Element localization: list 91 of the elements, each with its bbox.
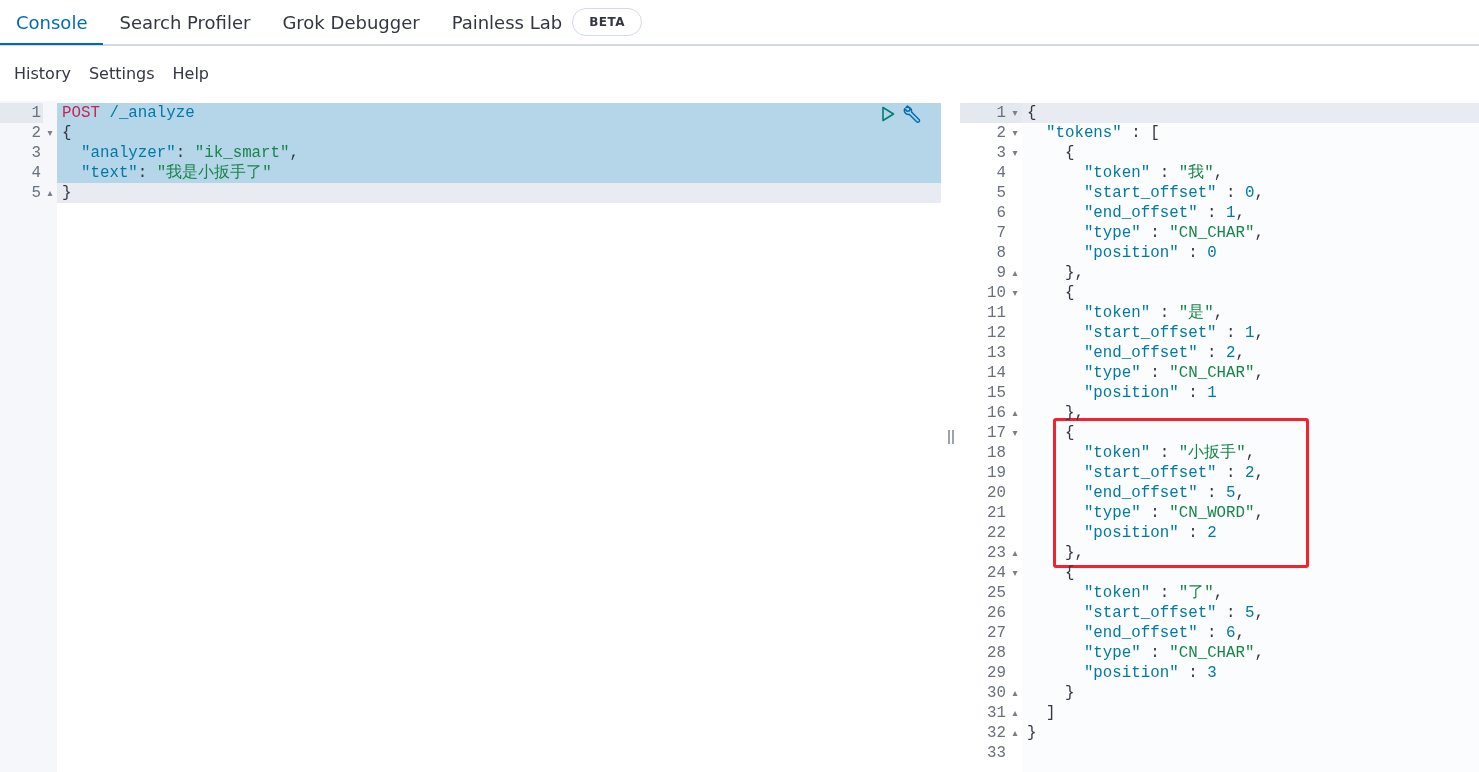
code-line: "token" : "是", — [1082, 303, 1225, 323]
code-line: "tokens" : [ — [1044, 123, 1161, 143]
code-line: "start_offset" : 0, — [1082, 183, 1265, 203]
line-number: 12 — [986, 323, 1007, 343]
line-number: 31 — [986, 703, 1007, 723]
line-number: 21 — [986, 503, 1007, 523]
code-line: "position" : 0 — [1082, 243, 1218, 263]
line-number: 30 — [986, 683, 1007, 703]
menu-link[interactable]: History — [6, 64, 79, 83]
line-number: 27 — [986, 623, 1007, 643]
code-line: "position" : 3 — [1082, 663, 1218, 683]
code-line: "type" : "CN_CHAR", — [1082, 223, 1266, 243]
line-number: 32 — [986, 723, 1007, 743]
line-number: 6 — [995, 203, 1007, 223]
line-number: 2 — [30, 123, 42, 143]
wrench-icon[interactable] — [903, 104, 923, 124]
fold-toggle[interactable]: ▾ — [1012, 563, 1018, 583]
code-line: ] — [1044, 703, 1057, 723]
menu-link[interactable]: Settings — [80, 64, 163, 83]
code-line: "end_offset" : 1, — [1082, 203, 1247, 223]
code-line: }, — [1063, 403, 1085, 423]
line-number: 20 — [986, 483, 1007, 503]
resize-handle-icon[interactable] — [947, 429, 954, 444]
code-line: "end_offset" : 5, — [1082, 483, 1247, 503]
line-number: 26 — [986, 603, 1007, 623]
line-number: 29 — [986, 663, 1007, 683]
line-number: 22 — [986, 523, 1007, 543]
tab[interactable]: Console — [0, 1, 104, 45]
code-line: }, — [1063, 543, 1085, 563]
line-number: 28 — [986, 643, 1007, 663]
code-line: "type" : "CN_WORD", — [1082, 503, 1266, 523]
line-number: 4 — [30, 163, 42, 183]
code-line: "end_offset" : 2, — [1082, 343, 1247, 363]
code-line: { — [1063, 563, 1076, 583]
line-number: 16 — [986, 403, 1007, 423]
fold-toggle[interactable]: ▴ — [1012, 683, 1018, 703]
code-line: "start_offset" : 5, — [1082, 603, 1265, 623]
code-line: "position" : 1 — [1082, 383, 1218, 403]
code-line: } — [1063, 683, 1076, 703]
code-line: "end_offset" : 6, — [1082, 623, 1247, 643]
code-line: { — [1063, 143, 1076, 163]
line-number: 25 — [986, 583, 1007, 603]
fold-toggle[interactable]: ▴ — [1012, 403, 1018, 423]
code-line: "token" : "我", — [1082, 163, 1225, 183]
line-number: 19 — [986, 463, 1007, 483]
line-number: 11 — [986, 303, 1007, 323]
fold-toggle[interactable]: ▾ — [1012, 423, 1018, 443]
fold-toggle[interactable]: ▴ — [1012, 543, 1018, 563]
menu-link[interactable]: Help — [164, 64, 218, 83]
line-number: 9 — [995, 263, 1007, 283]
code-line: "type" : "CN_CHAR", — [1082, 363, 1266, 383]
code-line: "position" : 2 — [1082, 523, 1218, 543]
code-line: "token" : "了", — [1082, 583, 1225, 603]
line-number: 15 — [986, 383, 1007, 403]
line-number: 8 — [995, 243, 1007, 263]
line-number: 1 — [960, 103, 1008, 123]
line-number: 5 — [30, 183, 42, 203]
line-number: 33 — [986, 743, 1007, 763]
fold-toggle[interactable]: ▾ — [1012, 283, 1018, 303]
tab[interactable]: Search Profiler — [103, 1, 267, 45]
code-line: "start_offset" : 1, — [1082, 323, 1265, 343]
line-number: 14 — [986, 363, 1007, 383]
fold-toggle[interactable]: ▴ — [1012, 263, 1018, 283]
code-line: { — [1063, 283, 1076, 303]
line-number: 3 — [995, 143, 1007, 163]
fold-toggle[interactable]: ▾ — [47, 123, 53, 143]
code-line: "token" : "小扳手", — [1082, 443, 1257, 463]
line-number: 3 — [30, 143, 42, 163]
line-number: 13 — [986, 343, 1007, 363]
code-line: "type" : "CN_CHAR", — [1082, 643, 1266, 663]
line-number: 10 — [986, 283, 1007, 303]
code-line: "start_offset" : 2, — [1082, 463, 1265, 483]
fold-toggle[interactable]: ▾ — [1012, 143, 1018, 163]
play-icon[interactable] — [881, 106, 895, 122]
fold-toggle[interactable]: ▴ — [47, 183, 53, 203]
line-number: 23 — [986, 543, 1007, 563]
fold-toggle[interactable]: ▾ — [1012, 123, 1018, 143]
fold-toggle[interactable]: ▴ — [1012, 723, 1018, 743]
line-number: 5 — [995, 183, 1007, 203]
line-number: 4 — [995, 163, 1007, 183]
line-number: 17 — [986, 423, 1007, 443]
line-number: 2 — [995, 123, 1007, 143]
line-number: 24 — [986, 563, 1007, 583]
tab[interactable]: Grok Debugger — [266, 1, 436, 45]
code-line: { — [1063, 423, 1076, 443]
line-number: 18 — [986, 443, 1007, 463]
line-number: 1 — [0, 103, 43, 123]
code-line: }, — [1063, 263, 1085, 283]
line-number: 7 — [995, 223, 1007, 243]
code-line: } — [1027, 723, 1038, 743]
fold-toggle[interactable]: ▴ — [1012, 703, 1018, 723]
